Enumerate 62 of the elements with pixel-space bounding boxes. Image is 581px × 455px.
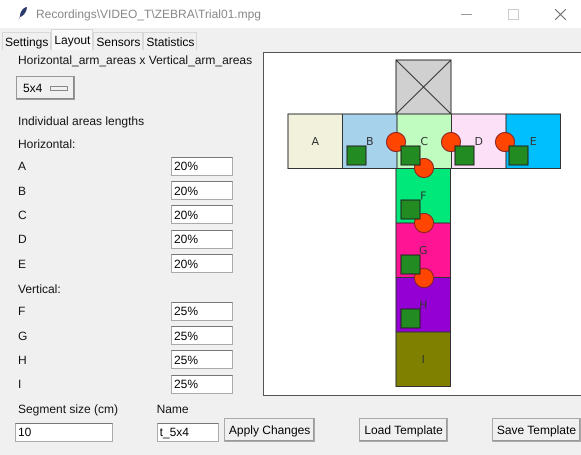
vertical-label: Vertical: [18, 280, 62, 298]
object-marker [454, 146, 474, 166]
length-field[interactable]: 25% [171, 302, 233, 321]
section-heading: Individual areas lengths [18, 113, 146, 130]
area-label: E [18, 256, 28, 271]
area-label: E [530, 135, 537, 148]
feather-icon [16, 6, 28, 22]
area-label: D [474, 135, 483, 148]
segment-size-label: Segment size (cm) [17, 400, 120, 417]
object-marker [346, 146, 366, 166]
area-label: D [18, 232, 28, 246]
horizontal-label: Horizontal: [18, 136, 76, 153]
close-icon[interactable] [555, 8, 566, 20]
area-label: I [18, 377, 22, 392]
action-button[interactable]: Load Template [359, 418, 448, 442]
arrangement-dropdown[interactable]: 5x4 [16, 76, 76, 100]
area-label: B [18, 184, 28, 198]
area-label: G [18, 328, 28, 343]
area-label: B [366, 135, 374, 148]
length-field[interactable]: 20% [171, 156, 233, 176]
dropdown-indicator-icon [50, 86, 68, 90]
area-label: H [419, 298, 428, 312]
sensor-marker [414, 268, 434, 288]
window-title: Recordings\VIDEO_T\ZEBRA\Trial01.mpg [36, 7, 261, 21]
area-label: A [18, 159, 28, 174]
sensor-marker [386, 132, 406, 152]
name-field[interactable]: t_5x4 [156, 422, 219, 442]
sensor-marker [495, 132, 515, 152]
area-label: F [18, 304, 26, 318]
object-marker [400, 308, 420, 328]
length-field[interactable]: 25% [171, 326, 233, 346]
length-field[interactable]: 20% [171, 230, 233, 249]
area-label: F [420, 190, 426, 202]
area-label: G [418, 244, 428, 257]
length-field[interactable]: 20% [171, 181, 233, 200]
segment-size-field[interactable]: 10 [15, 422, 113, 442]
tab[interactable]: Layout [51, 29, 94, 50]
area-label: A [311, 135, 320, 148]
sensor-marker [441, 132, 461, 152]
center-cell [396, 60, 452, 114]
length-field[interactable]: 25% [171, 374, 233, 394]
object-marker [400, 254, 420, 274]
length-field[interactable]: 25% [171, 350, 233, 370]
area-label: H [18, 352, 28, 367]
object-marker [400, 200, 420, 220]
tab[interactable]: Statistics [143, 32, 198, 50]
object-marker [508, 146, 528, 166]
action-button[interactable]: Save Template [492, 418, 581, 442]
arrangement-label: Horizontal_arm_areas x Vertical_arm_areas [18, 52, 252, 68]
area-label: C [18, 208, 28, 222]
object-marker [400, 146, 420, 166]
length-field[interactable]: 20% [171, 254, 233, 274]
length-field[interactable]: 20% [171, 205, 233, 224]
area-label: C [420, 135, 428, 148]
tab[interactable]: Settings [2, 32, 52, 50]
action-button[interactable]: Apply Changes [224, 418, 316, 442]
name-label: Name [156, 400, 190, 417]
maximize-icon[interactable] [508, 8, 519, 20]
area-label: I [422, 353, 425, 366]
tab[interactable]: Sensors [93, 32, 144, 50]
sensor-marker [414, 213, 434, 233]
sensor-marker [414, 158, 434, 178]
